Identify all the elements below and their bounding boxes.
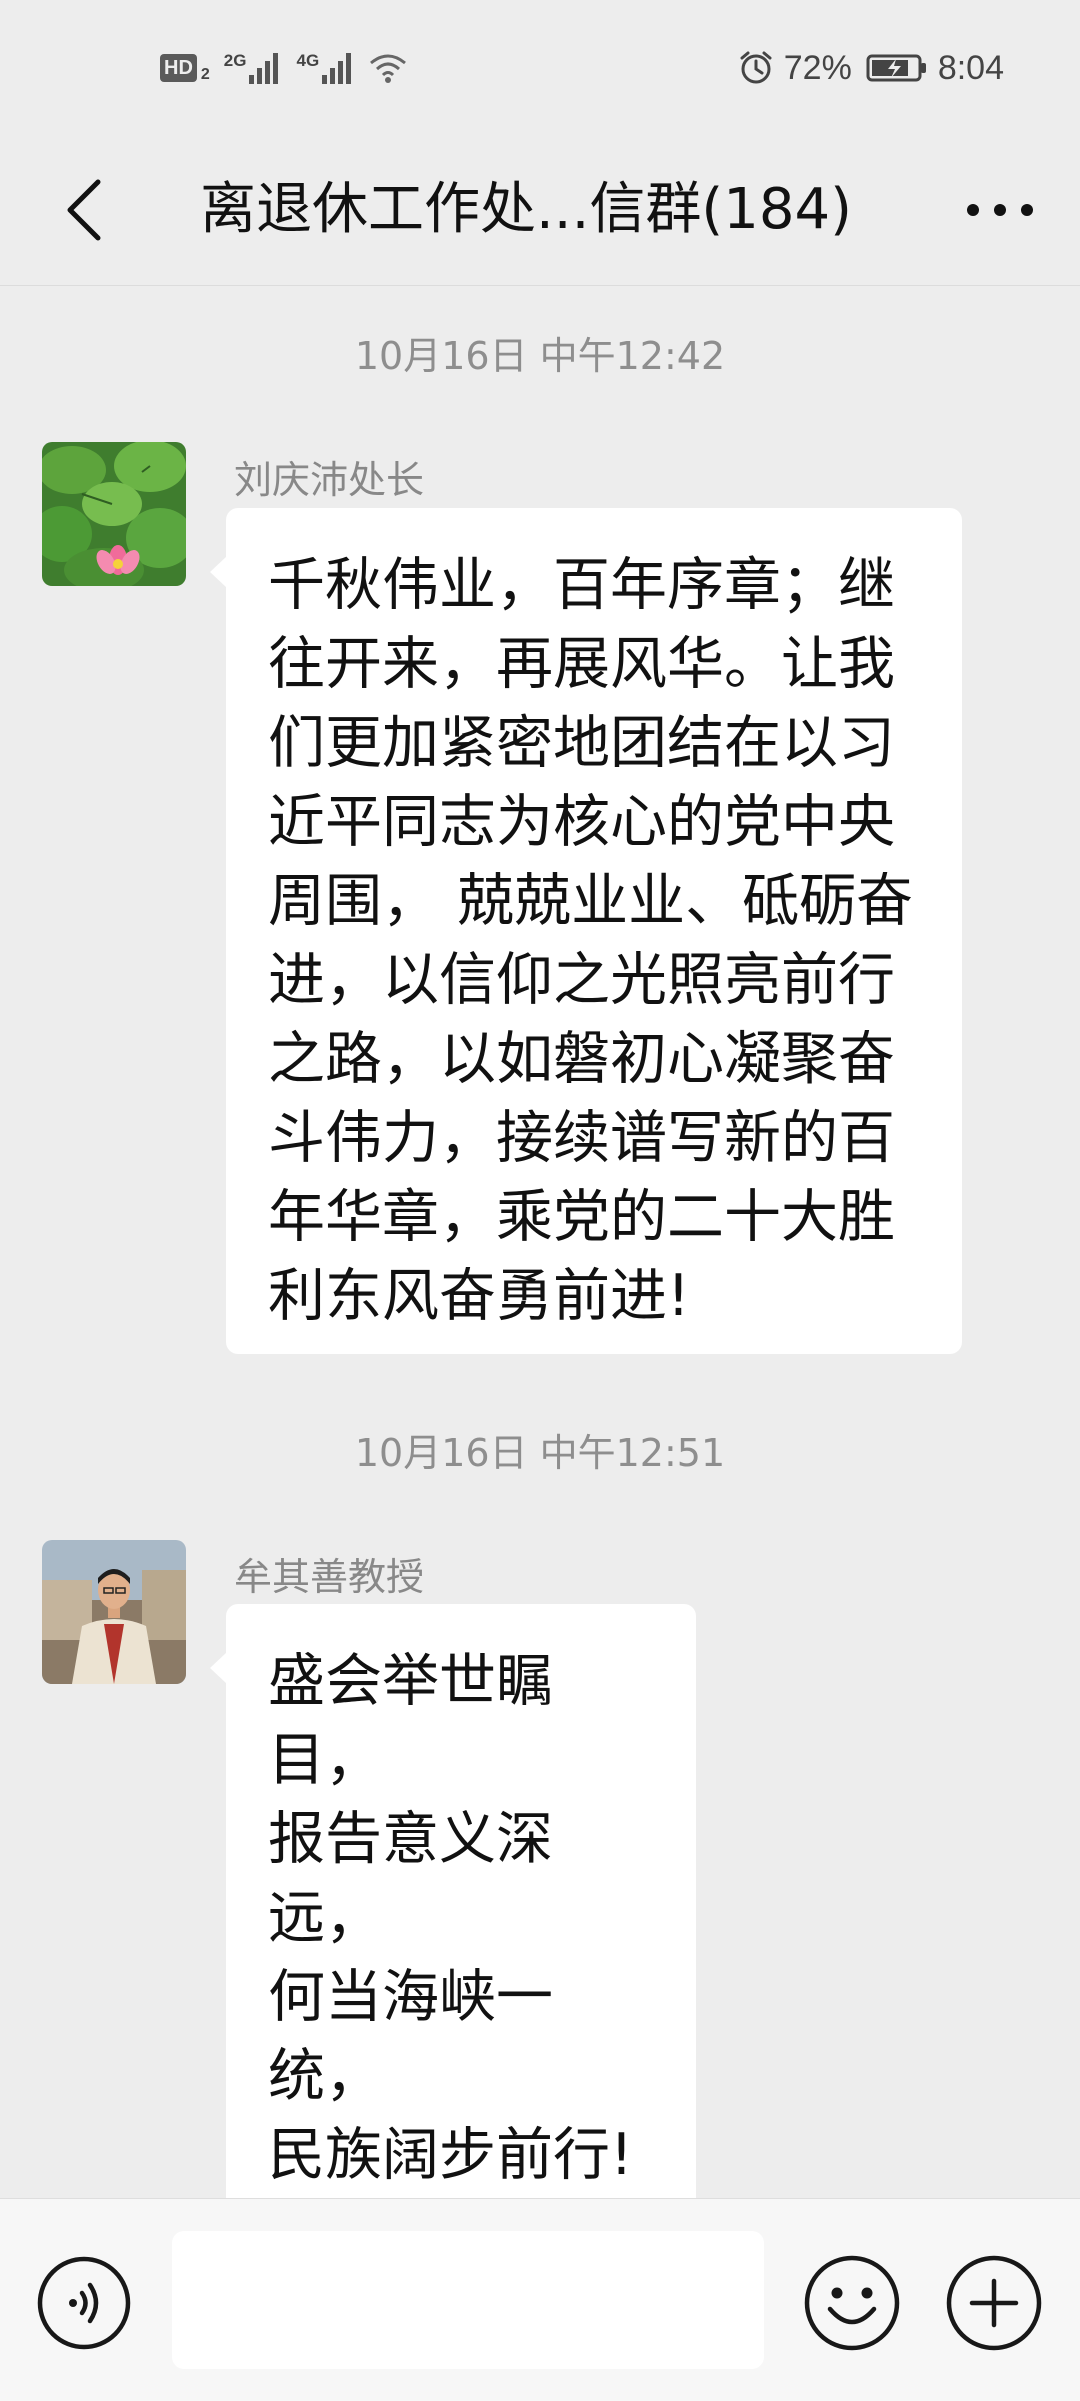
message-timestamp: 10月16日 中午12:42 [354, 334, 726, 378]
chat-header: 离退休工作处...信群(184) [0, 135, 1080, 286]
signal-icon [249, 53, 279, 84]
wifi-icon [370, 54, 407, 83]
battery-percent: 72% [783, 48, 852, 87]
sender-name: 牟其善教授 [234, 1555, 425, 1599]
status-bar: HD 2 2G 4G 72% 8:04 [0, 0, 1080, 135]
person-avatar [42, 1540, 186, 1684]
voice-button[interactable] [36, 2255, 132, 2351]
voice-icon [37, 2256, 131, 2350]
more-options-button[interactable] [950, 165, 1050, 255]
battery-icon [866, 54, 926, 82]
sender-avatar[interactable] [42, 442, 186, 586]
message-bubble[interactable]: 盛会举世瞩目， 报告意义深远， 何当海峡一统， 民族阔步前行! [226, 1604, 696, 2254]
sender-avatar[interactable] [42, 1540, 186, 1684]
status-right: 72% 8:04 [738, 44, 1004, 92]
more-actions-button[interactable] [944, 2253, 1044, 2353]
emoji-button[interactable] [802, 2253, 902, 2353]
chat-input-bar [0, 2198, 1080, 2401]
network-label-2: 4G [296, 51, 320, 70]
signal-icon [322, 53, 352, 84]
chevron-left-icon [67, 179, 101, 241]
network-label-1: 2G [223, 51, 247, 70]
message-input[interactable] [172, 2231, 764, 2369]
sim-number: 2 [200, 66, 210, 83]
hd-badge: HD [160, 54, 197, 82]
bubble-tail [210, 1652, 227, 1684]
message-timestamp: 10月16日 中午12:51 [354, 1431, 726, 1475]
plus-icon [946, 2255, 1042, 2351]
back-button[interactable] [40, 165, 130, 255]
status-left: HD 2 2G 4G [160, 48, 407, 88]
more-dots-icon [967, 204, 1033, 216]
alarm-clock-icon [740, 51, 772, 84]
bubble-tail [210, 556, 227, 588]
sender-name: 刘庆沛处长 [234, 458, 425, 502]
chat-title: 离退休工作处...信群(184) [200, 177, 852, 242]
emoji-icon [804, 2255, 900, 2351]
clock-time: 8:04 [937, 48, 1004, 87]
lotus-avatar [42, 442, 186, 586]
message-bubble[interactable]: 千秋伟业，百年序章；继往开来，再展风华。让我们更加紧密地团结在以习近平同志为核心… [226, 508, 962, 1354]
